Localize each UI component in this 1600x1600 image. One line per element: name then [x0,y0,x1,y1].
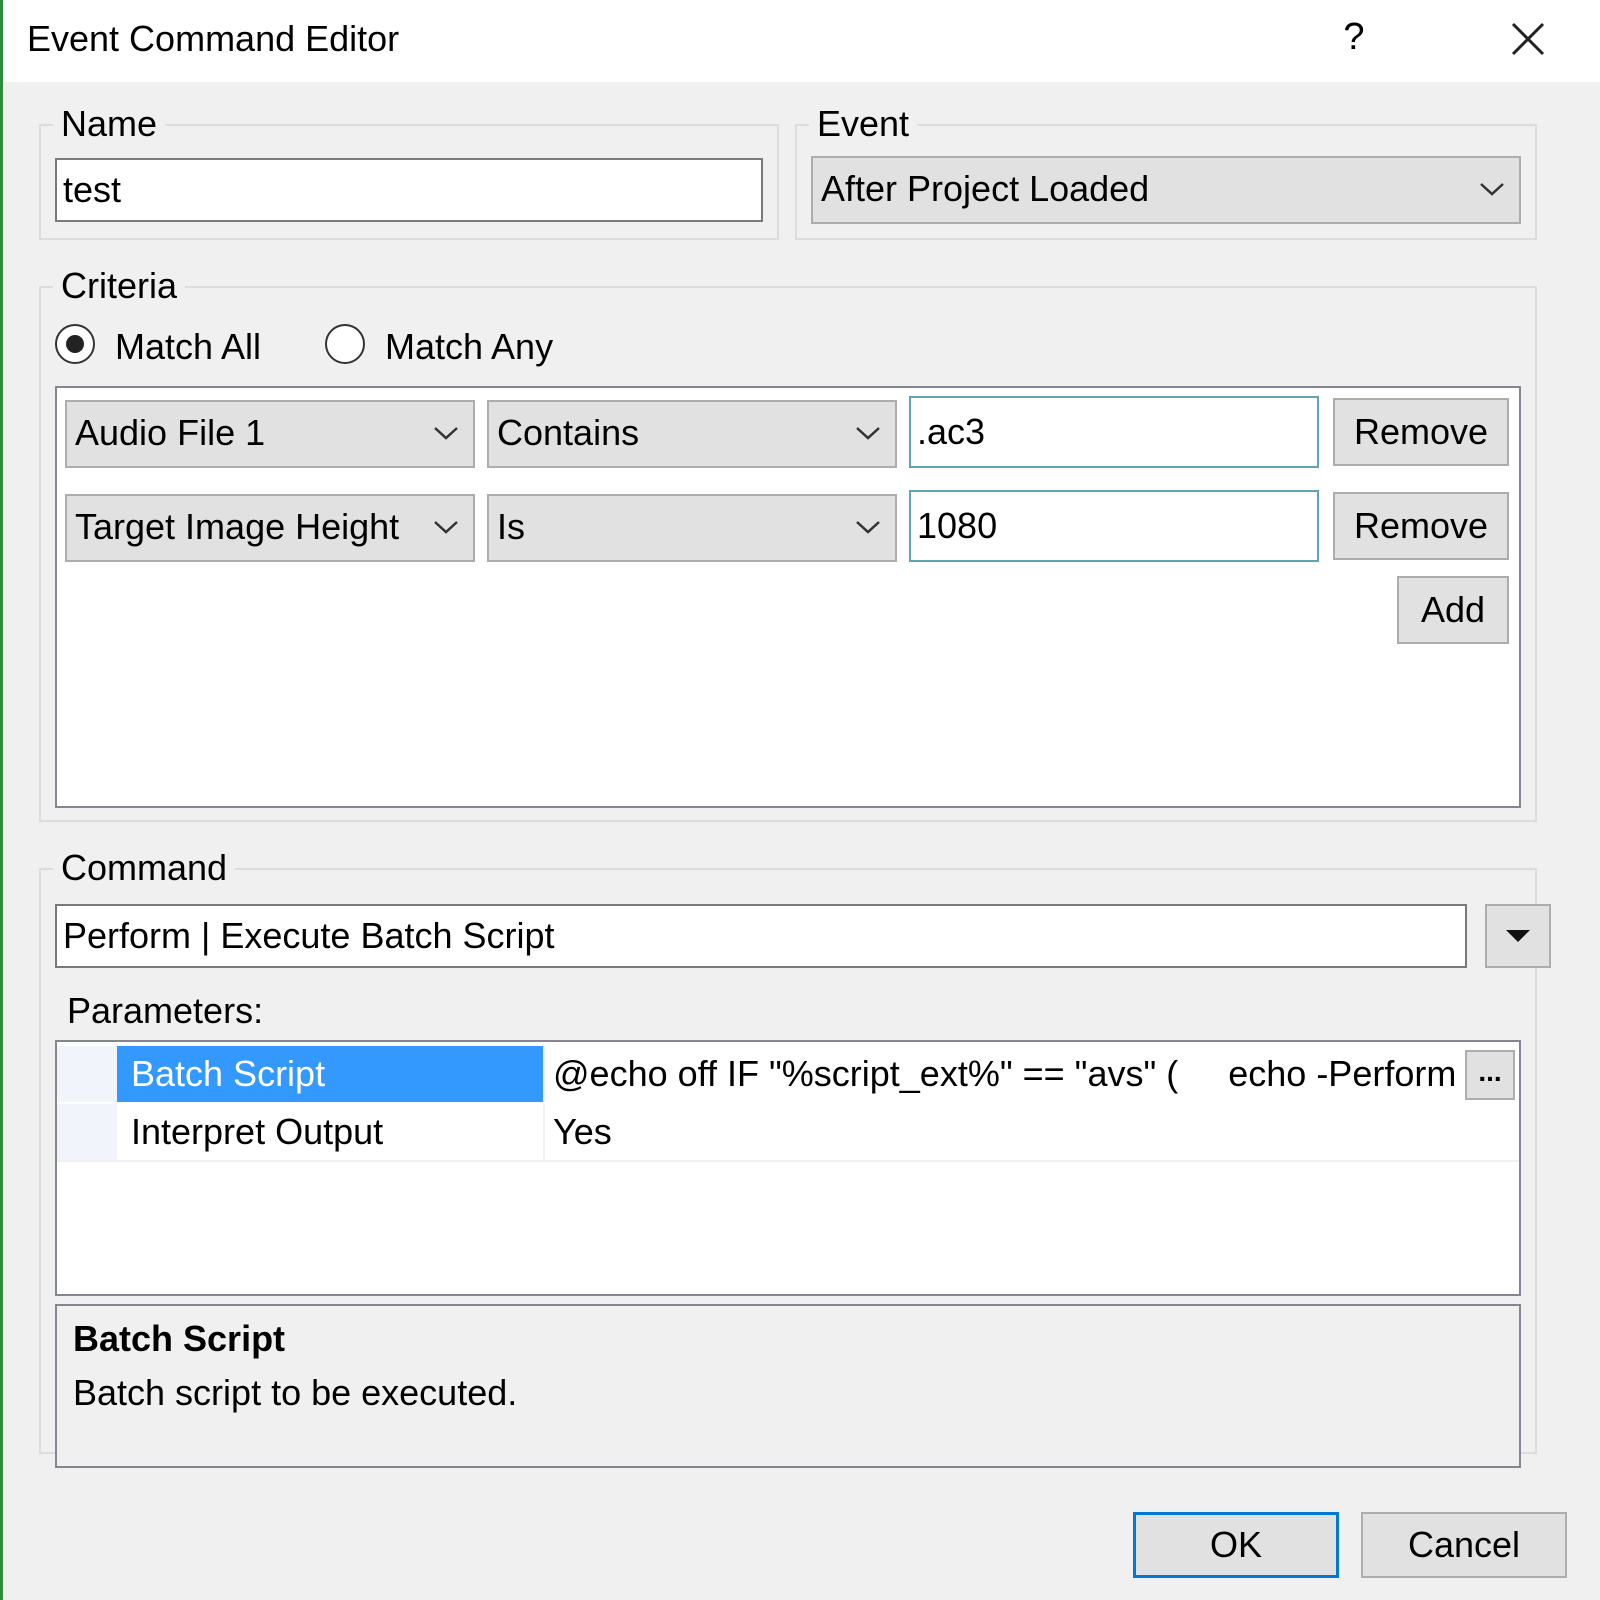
chevron-down-icon [434,521,458,534]
parameter-name[interactable]: Interpret Output [117,1104,543,1160]
match-any-radio[interactable] [325,324,365,364]
criteria-group-label: Criteria [53,266,186,306]
criteria-operator-select[interactable]: Contains [487,400,897,468]
parameter-description-box: Batch Script Batch script to be executed… [55,1304,1521,1468]
chevron-down-icon [856,427,880,440]
description-title: Batch Script [73,1318,286,1359]
match-all-radio[interactable] [55,324,95,364]
criteria-operator-select[interactable]: Is [487,494,897,562]
chevron-down-icon [434,427,458,440]
chevron-down-icon [1480,183,1504,196]
remove-button[interactable]: Remove [1333,492,1509,560]
criteria-field-select[interactable]: Audio File 1 [65,400,475,468]
command-input[interactable]: Perform | Execute Batch Script [55,904,1467,968]
event-select-value: After Project Loaded [821,168,1150,209]
name-group-label: Name [53,104,166,144]
parameters-grid: Batch Script @echo off IF "%script_ext%"… [55,1040,1521,1296]
match-all-label[interactable]: Match All [115,326,261,368]
close-button[interactable] [1503,14,1553,64]
parameters-label: Parameters: [67,990,264,1031]
match-any-label[interactable]: Match Any [385,326,553,368]
row-gutter [57,1104,117,1160]
description-text: Batch script to be executed. [73,1372,518,1413]
criteria-field-value: Target Image Height [75,506,400,547]
name-input[interactable]: test [55,158,763,222]
criteria-operator-value: Is [497,506,526,547]
criteria-field-select[interactable]: Target Image Height [65,494,475,562]
remove-button[interactable]: Remove [1333,398,1509,466]
parameter-row-interpret-output[interactable]: Interpret Output Yes [57,1104,1519,1162]
event-command-editor-dialog: Event Command Editor ? Name test Event A… [0,0,1600,1600]
criteria-list-panel: Audio File 1 Contains .ac3 Remove Target… [55,386,1521,808]
chevron-down-icon [856,521,880,534]
criteria-value-input[interactable]: .ac3 [909,396,1319,468]
event-group-label: Event [809,104,918,144]
criteria-field-value: Audio File 1 [75,412,266,453]
radio-selected-dot [66,335,84,353]
command-dropdown-button[interactable] [1485,904,1551,968]
parameter-value[interactable]: @echo off IF "%script_ext%" == "avs" ( e… [545,1046,1465,1102]
command-group-label: Command [53,848,236,888]
caret-down-icon [1506,930,1530,942]
parameter-row-batch-script[interactable]: Batch Script @echo off IF "%script_ext%"… [57,1046,1519,1102]
help-button[interactable]: ? [1329,12,1379,62]
criteria-operator-value: Contains [497,412,640,453]
close-icon [1511,22,1545,56]
parameter-name[interactable]: Batch Script [117,1046,543,1102]
add-criteria-button[interactable]: Add [1397,576,1509,644]
criteria-value-input[interactable]: 1080 [909,490,1319,562]
parameter-value[interactable]: Yes [545,1104,1465,1160]
ellipsis-button[interactable]: ... [1465,1050,1515,1100]
ok-button[interactable]: OK [1133,1512,1339,1578]
window-title: Event Command Editor [27,18,400,59]
event-select[interactable]: After Project Loaded [811,156,1521,224]
row-gutter [57,1046,117,1102]
cancel-button[interactable]: Cancel [1361,1512,1567,1578]
title-bar: Event Command Editor ? [3,0,1600,82]
